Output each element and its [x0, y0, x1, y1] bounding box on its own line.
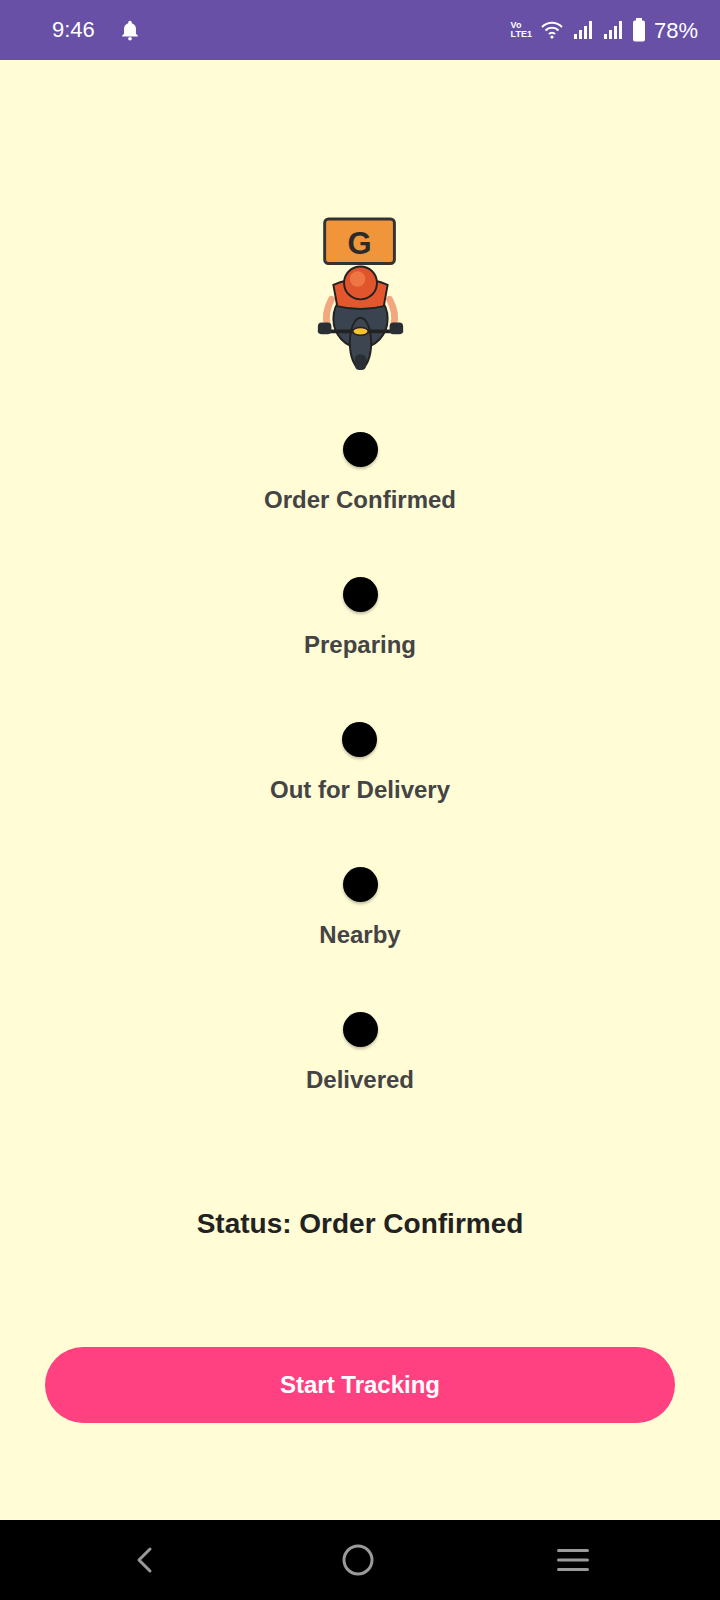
progress-step: Nearby — [319, 867, 400, 951]
recents-icon[interactable] — [556, 1545, 590, 1575]
step-dot — [343, 577, 378, 612]
step-dot — [343, 432, 378, 467]
status-bar: 9:46 VoLTE1 78% — [0, 0, 720, 60]
progress-step: Order Confirmed — [264, 432, 456, 516]
status-left: 9:46 — [52, 19, 141, 41]
step-label: Preparing — [304, 629, 416, 661]
progress-steps: Order Confirmed Preparing Out for Delivery… — [264, 432, 456, 1096]
step-label: Order Confirmed — [264, 484, 456, 516]
navigation-bar — [0, 1520, 720, 1600]
tracking-screen: G Order Confirmed Preparing Out for Deliver… — [0, 60, 720, 1520]
step-label: Out for Delivery — [270, 774, 450, 806]
step-dot — [343, 1012, 378, 1047]
rider-icon: G — [312, 217, 409, 372]
rider-logo: G — [347, 226, 371, 261]
status-right: VoLTE1 78% — [511, 14, 698, 47]
volte-indicator: VoLTE1 — [511, 21, 532, 39]
bell-icon — [119, 19, 141, 41]
step-label: Delivered — [306, 1064, 414, 1096]
step-dot — [342, 722, 377, 757]
progress-step: Out for Delivery — [270, 722, 450, 806]
progress-step: Delivered — [306, 1012, 414, 1096]
signal-icon — [602, 19, 624, 41]
volte-text: LTE1 — [511, 30, 532, 39]
home-icon[interactable] — [341, 1543, 375, 1577]
signal-icon — [572, 19, 594, 41]
step-label: Nearby — [319, 919, 400, 951]
status-text: Status: Order Confirmed — [197, 1206, 524, 1242]
wifi-icon — [540, 19, 564, 41]
battery-icon — [632, 18, 646, 42]
battery-level: 78% — [654, 14, 698, 47]
volte-text: Vo — [511, 21, 532, 30]
clock-time: 9:46 — [52, 19, 95, 41]
step-dot — [343, 867, 378, 902]
back-icon[interactable] — [130, 1545, 160, 1575]
progress-step: Preparing — [304, 577, 416, 661]
start-tracking-button[interactable]: Start Tracking — [45, 1347, 675, 1423]
